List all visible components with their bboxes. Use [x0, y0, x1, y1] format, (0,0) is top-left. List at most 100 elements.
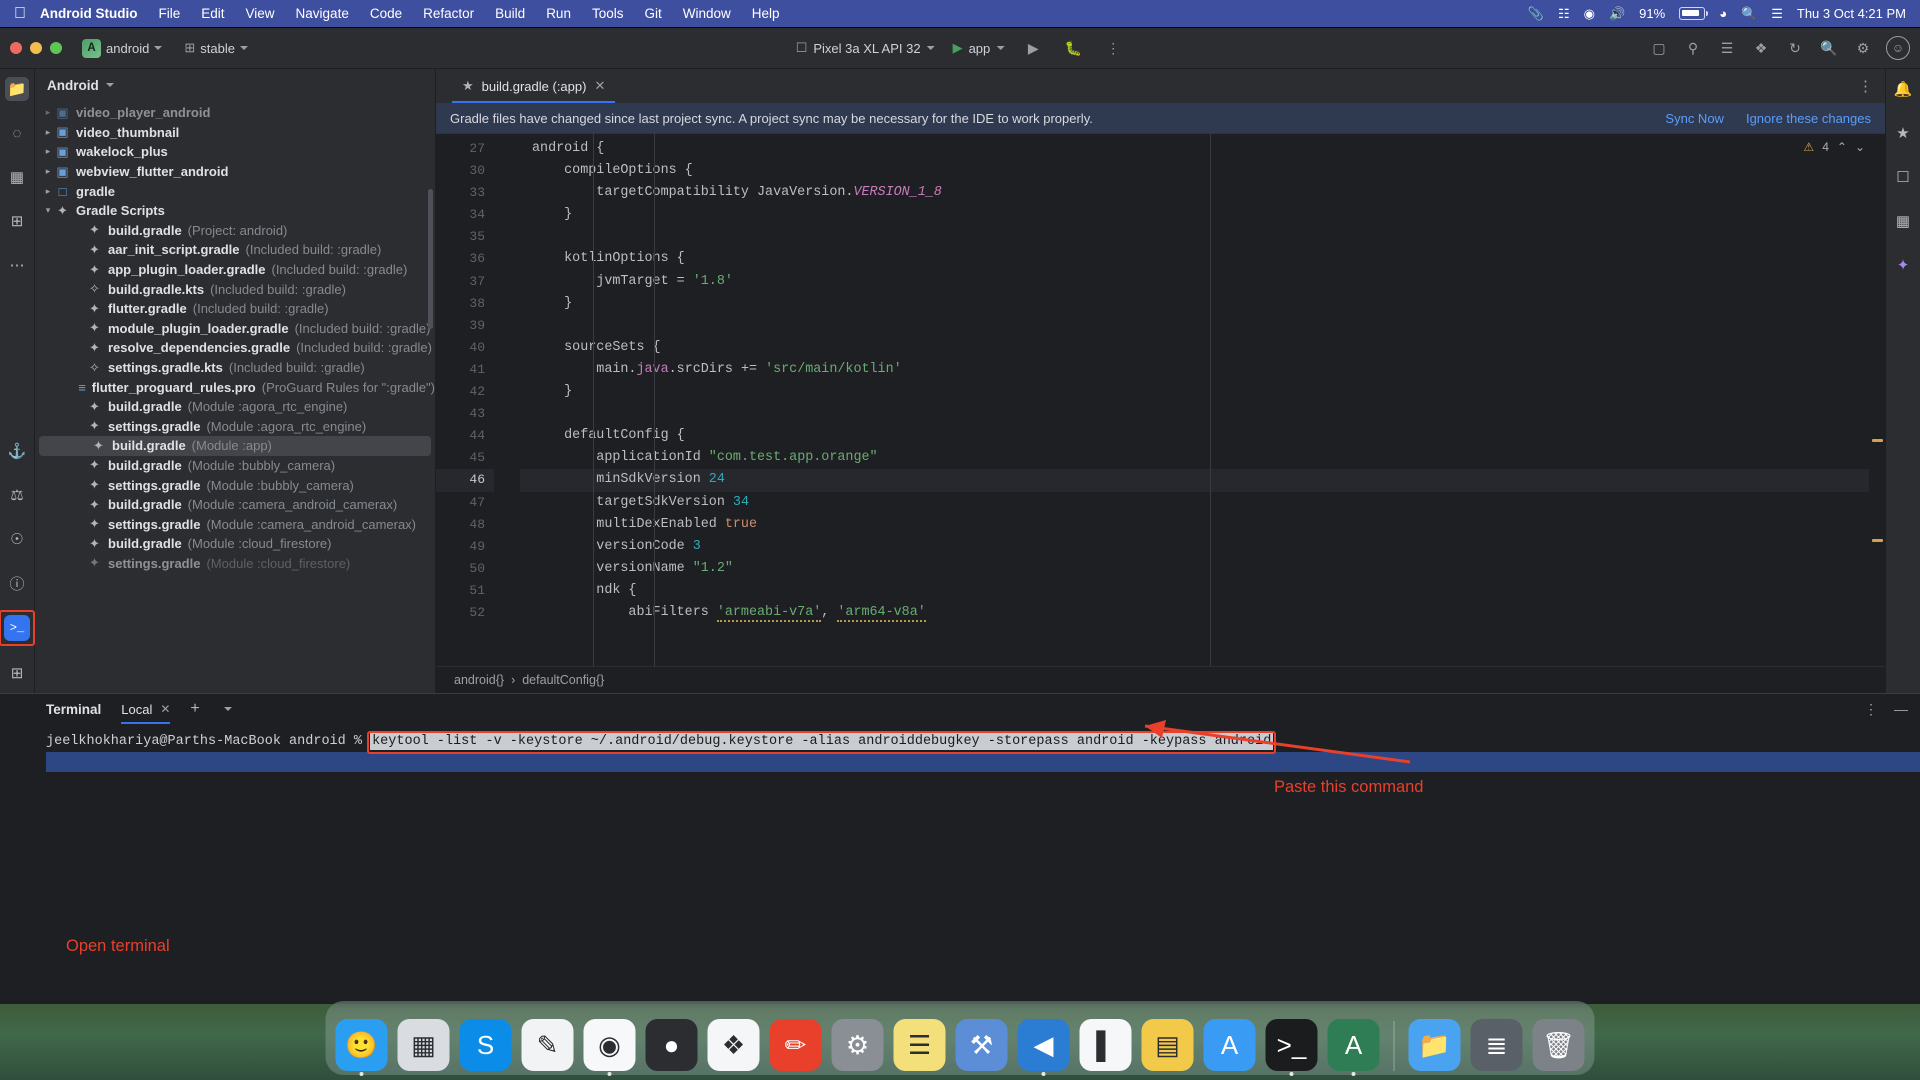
code-line[interactable]: targetSdkVersion 34 — [520, 492, 1885, 514]
chevron-right-icon[interactable]: ▸ — [41, 186, 55, 197]
sync-now-link[interactable]: Sync Now — [1665, 111, 1724, 126]
line-number[interactable]: 34 — [436, 204, 494, 226]
line-number[interactable]: 52 — [436, 602, 494, 624]
chevron-right-icon[interactable]: ▸ — [41, 107, 55, 118]
project-selector[interactable]: A android — [82, 38, 163, 58]
menu-item-refactor[interactable]: Refactor — [423, 6, 474, 21]
debug-button[interactable]: 🐛 — [1062, 37, 1084, 59]
control-center-toggle-icon[interactable]: ☰ — [1771, 6, 1783, 22]
line-number[interactable]: 51 — [436, 580, 494, 602]
tree-item[interactable]: ▸ ▣ video_thumbnail — [35, 123, 435, 143]
chevron-down-icon[interactable] — [223, 707, 232, 711]
code-line[interactable]: multiDexEnabled true — [520, 514, 1885, 536]
code-line[interactable]: versionCode 3 — [520, 536, 1885, 558]
code-line[interactable]: targetCompatibility JavaVersion.VERSION_… — [520, 182, 1885, 204]
close-icon[interactable]: ✕ — [160, 702, 170, 716]
tree-item[interactable]: ✦ build.gradle (Module :agora_rtc_engine) — [35, 397, 435, 417]
line-number[interactable]: 48 — [436, 514, 494, 536]
dock-item-numbers[interactable]: ▌ — [1079, 1019, 1132, 1071]
tree-item[interactable]: ▸ □ gradle — [35, 181, 435, 201]
settings-gear-icon[interactable]: ⚙ — [1852, 37, 1874, 59]
code-line[interactable]: sourceSets { — [520, 337, 1885, 359]
terminal-content[interactable]: jeelkhokhariya@Parths-MacBook android % … — [0, 724, 1920, 1004]
code-line[interactable] — [520, 315, 1885, 337]
tree-item[interactable]: ✦ module_plugin_loader.gradle (Included bu… — [35, 319, 435, 339]
line-number[interactable]: 33 — [436, 182, 494, 204]
code-line[interactable] — [520, 226, 1885, 248]
gemini-icon[interactable]: ✦ — [1891, 253, 1915, 277]
notifications-icon[interactable]: ☰ — [1716, 37, 1738, 59]
sidebar-item-more[interactable]: ⋯ — [5, 253, 29, 277]
tree-item[interactable]: ✦ build.gradle (Module :bubbly_camera) — [35, 456, 435, 476]
branch-selector[interactable]: ⊞ stable — [184, 40, 248, 56]
account-avatar-icon[interactable]: ☺ — [1886, 36, 1910, 60]
close-window-button[interactable] — [10, 42, 22, 54]
next-problem-icon[interactable]: ⌄ — [1855, 140, 1865, 154]
inspection-widget[interactable]: ⚠ 4 ⌃ ⌄ — [1803, 140, 1865, 154]
breadcrumb-defaultconfig[interactable]: defaultConfig{} — [522, 673, 604, 687]
code-line[interactable]: jvmTarget = '1.8' — [520, 271, 1885, 293]
tree-item[interactable]: ✦ flutter.gradle (Included build: :gradle) — [35, 299, 435, 319]
tree-item[interactable]: ▸ ▣ webview_flutter_android — [35, 162, 435, 182]
tree-item[interactable]: ✦ build.gradle (Project: android) — [35, 221, 435, 241]
code-line[interactable]: android { — [520, 138, 1885, 160]
control-center-icon[interactable]: ☷ — [1558, 6, 1570, 22]
editor-inspection-scrollbar[interactable] — [1869, 134, 1885, 666]
gradle-tool-icon[interactable]: ★ — [1891, 121, 1915, 145]
code-line[interactable]: abiFilters 'armeabi-v7a', 'arm64-v8a' — [520, 602, 1885, 624]
dock-item-trash[interactable]: 🗑 — [1532, 1019, 1585, 1071]
tree-item[interactable]: ✦ aar_init_script.gradle (Included build: … — [35, 240, 435, 260]
line-number[interactable]: 45 — [436, 447, 494, 469]
tree-item[interactable]: ▾ ✦ Gradle Scripts — [35, 201, 435, 221]
minimize-icon[interactable]: — — [1894, 701, 1908, 717]
inspection-marker[interactable] — [1872, 439, 1883, 442]
sidebar-item-problems[interactable]: ⓘ — [5, 571, 29, 595]
code-line[interactable]: } — [520, 381, 1885, 403]
wifi-icon[interactable]: ◕ — [1719, 6, 1727, 21]
battery-icon[interactable] — [1679, 7, 1709, 20]
dock-item-finder[interactable]: 🙂 — [335, 1019, 388, 1071]
menu-item-window[interactable]: Window — [683, 6, 731, 21]
notifications-icon[interactable]: 🔔 — [1891, 77, 1915, 101]
line-number[interactable]: 50 — [436, 558, 494, 580]
editor-gutter[interactable]: 27 30 33 34 35 36 37 38 39 40 41 42 43 44 45 46 47 48 49 50… — [436, 134, 494, 666]
device-manager-icon[interactable]: ☐ — [1891, 165, 1915, 189]
ignore-changes-link[interactable]: Ignore these changes — [1746, 111, 1871, 126]
tree-item[interactable]: ✦ settings.gradle (Module :bubbly_camera) — [35, 475, 435, 495]
line-number[interactable]: 44 — [436, 425, 494, 447]
sidebar-item-structure[interactable]: ▦ — [5, 165, 29, 189]
code-editor[interactable]: 27 30 33 34 35 36 37 38 39 40 41 42 43 44 45 46 47 48 49 50… — [436, 134, 1885, 666]
tree-item[interactable]: ≡ flutter_proguard_rules.pro (ProGuard Rul… — [35, 377, 435, 397]
menu-item-file[interactable]: File — [158, 6, 180, 21]
minimize-window-button[interactable] — [30, 42, 42, 54]
clock-label[interactable]: Thu 3 Oct 4:21 PM — [1797, 6, 1906, 21]
tree-item[interactable]: ✦ settings.gradle (Module :camera_android_… — [35, 514, 435, 534]
line-number[interactable]: 36 — [436, 248, 494, 270]
tree-item[interactable]: ✦ settings.gradle (Module :agora_rtc_engin… — [35, 417, 435, 437]
menu-item-git[interactable]: Git — [644, 6, 661, 21]
dock-item-app-store[interactable]: A — [1203, 1019, 1256, 1071]
search-icon[interactable]: 🔍 — [1818, 37, 1840, 59]
code-line[interactable]: compileOptions { — [520, 160, 1885, 182]
tree-item[interactable]: ✦ build.gradle (Module :camera_android_cam… — [35, 495, 435, 515]
code-line[interactable]: defaultConfig { — [520, 425, 1885, 447]
chevron-right-icon[interactable]: ▸ — [41, 146, 55, 157]
menu-item-build[interactable]: Build — [495, 6, 525, 21]
paperclip-icon[interactable]: 📎 — [1528, 6, 1544, 22]
code-line[interactable]: kotlinOptions { — [520, 248, 1885, 270]
sidebar-item-commit[interactable]: ◌ — [5, 121, 29, 145]
chevron-right-icon[interactable]: ▸ — [41, 166, 55, 177]
tab-build-gradle-app[interactable]: ★ build.gradle (:app) ✕ — [452, 69, 616, 103]
line-number[interactable]: 30 — [436, 160, 494, 182]
line-number[interactable]: 39 — [436, 315, 494, 337]
editor-fold-column[interactable] — [494, 134, 520, 666]
tree-item[interactable]: ✦ app_plugin_loader.gradle (Included build… — [35, 260, 435, 280]
tree-item[interactable]: ✧ build.gradle.kts (Included build: :gradl… — [35, 279, 435, 299]
updates-icon[interactable]: ↻ — [1784, 37, 1806, 59]
tree-item[interactable]: ▸ ▣ video_player_android — [35, 103, 435, 123]
code-line[interactable]: } — [520, 204, 1885, 226]
chevron-down-icon[interactable]: ▾ — [41, 205, 55, 216]
menu-item-help[interactable]: Help — [752, 6, 780, 21]
line-number[interactable]: 43 — [436, 403, 494, 425]
dock-item-pencil-app[interactable]: ✏ — [769, 1019, 822, 1071]
